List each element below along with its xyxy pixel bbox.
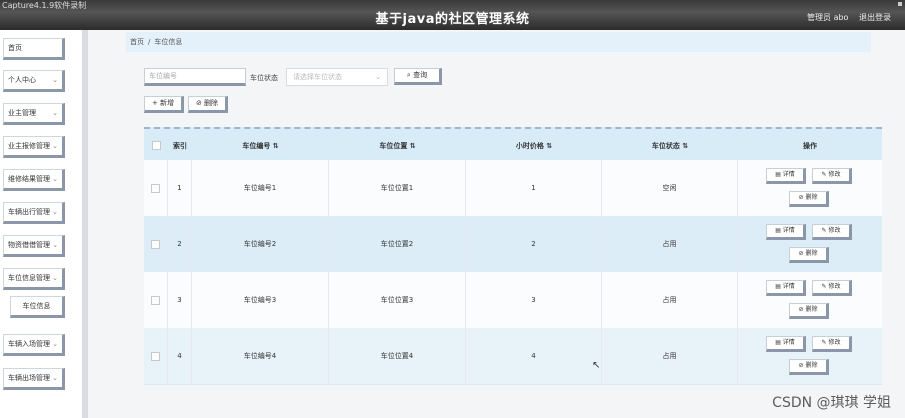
sidebar-item-vehicle-trips[interactable]: 车辆出行管理 ⌄ bbox=[3, 202, 65, 224]
logout-link[interactable]: 退出登录 bbox=[859, 13, 891, 22]
add-button[interactable]: + 新增 bbox=[144, 96, 184, 113]
col-status[interactable]: 车位状态 ⇅ bbox=[602, 129, 738, 162]
chevron-down-icon: ⌄ bbox=[52, 175, 58, 183]
remove-button[interactable]: ⊘ 删除 bbox=[789, 247, 829, 263]
edit-button[interactable]: ✎ 修改 bbox=[812, 336, 852, 352]
detail-button[interactable]: ▤ 详情 bbox=[766, 336, 806, 352]
mouse-cursor-icon: ↖ bbox=[592, 360, 601, 371]
table-row: 3 车位编号3 车位位置3 3 占用 ▤ 详情 ✎ 修改 ⊘ 删除 bbox=[144, 272, 882, 329]
row-checkbox[interactable] bbox=[144, 216, 168, 272]
chevron-down-icon: ⌄ bbox=[52, 274, 58, 282]
sidebar-item-entry[interactable]: 车辆入场管理 ⌄ bbox=[3, 334, 65, 356]
main-content: 首页 / 车位信息 车位编号 车位状态 请选择车位状态 ⌄ ⌕ 查询 + 新增 ⊘ 删… bbox=[88, 30, 905, 418]
title-bar: Capture4.1.9软件录制 基于java的社区管理系统 管理员 abo 退… bbox=[0, 0, 905, 30]
window-control-icon[interactable] bbox=[898, 2, 902, 6]
remove-button[interactable]: ⊘ 删除 bbox=[789, 359, 829, 375]
sidebar-item-home[interactable]: 首页 bbox=[3, 38, 65, 60]
row-actions: ▤ 详情 ✎ 修改 ⊘ 删除 bbox=[738, 160, 882, 216]
breadcrumb-bar bbox=[126, 32, 871, 52]
chevron-down-icon: ⌄ bbox=[52, 142, 58, 150]
table-row: 1 车位编号1 车位位置1 1 空闲 ▤ 详情 ✎ 修改 ⊘ 删除 bbox=[144, 160, 882, 217]
edit-button[interactable]: ✎ 修改 bbox=[812, 168, 852, 184]
detail-button[interactable]: ▤ 详情 bbox=[766, 224, 806, 240]
delete-button[interactable]: ⊘ 删除 bbox=[188, 96, 228, 113]
query-button[interactable]: ⌕ 查询 bbox=[394, 68, 442, 85]
row-checkbox[interactable] bbox=[144, 328, 168, 384]
sidebar-item-exit[interactable]: 车辆出场管理 ⌄ bbox=[3, 368, 65, 390]
chevron-down-icon: ⌄ bbox=[52, 241, 58, 249]
row-actions: ▤ 详情 ✎ 修改 ⊘ 删除 bbox=[738, 216, 882, 272]
user-area: 管理员 abo 退出登录 bbox=[799, 12, 891, 23]
table-row: 2 车位编号2 车位位置2 2 占用 ▤ 详情 ✎ 修改 ⊘ 删除 bbox=[144, 216, 882, 273]
breadcrumb: 首页 / 车位信息 bbox=[130, 38, 183, 46]
current-user: 管理员 abo bbox=[807, 13, 849, 22]
col-actions: 操作 bbox=[803, 141, 817, 150]
remove-button[interactable]: ⊘ 删除 bbox=[789, 191, 829, 207]
table-row: 4 车位编号4 车位位置4 4 占用 ▤ 详情 ✎ 修改 ⊘ 删除 bbox=[144, 328, 882, 385]
sidebar-item-repair[interactable]: 业主报修管理 ⌄ bbox=[3, 136, 65, 158]
chevron-down-icon: ⌄ bbox=[52, 340, 58, 348]
edit-button[interactable]: ✎ 修改 bbox=[812, 280, 852, 296]
sidebar-item-parking-info-mgmt[interactable]: 车位信息管理 ⌄ bbox=[3, 268, 65, 290]
chevron-down-icon: ⌄ bbox=[52, 374, 58, 382]
chevron-down-icon: ⌄ bbox=[52, 109, 58, 117]
detail-button[interactable]: ▤ 详情 bbox=[766, 168, 806, 184]
edit-button[interactable]: ✎ 修改 bbox=[812, 224, 852, 240]
sidebar: 首页 个人中心 ⌄ 业主管理 ⌄ 业主报修管理 ⌄ 维修结果管理 ⌄ 车辆出行管理 ⌄ 物… bbox=[0, 30, 88, 418]
col-code[interactable]: 车位编号 ⇅ bbox=[192, 129, 329, 162]
row-actions: ▤ 详情 ✎ 修改 ⊘ 删除 bbox=[738, 272, 882, 328]
select-all-checkbox[interactable] bbox=[144, 129, 168, 162]
breadcrumb-current: 车位信息 bbox=[154, 38, 183, 46]
table-header: 索引 车位编号 ⇅ 车位位置 ⇅ 小时价格 ⇅ 车位状态 ⇅ 操作 bbox=[144, 127, 882, 162]
sidebar-item-repair-results[interactable]: 维修结果管理 ⌄ bbox=[3, 169, 65, 191]
sidebar-item-parking-info[interactable]: 车位信息 bbox=[10, 296, 65, 318]
parking-code-input[interactable]: 车位编号 bbox=[144, 68, 246, 86]
chevron-down-icon: ⌄ bbox=[52, 208, 58, 216]
breadcrumb-home[interactable]: 首页 bbox=[130, 38, 144, 46]
status-label: 车位状态 bbox=[250, 74, 278, 82]
status-select[interactable]: 请选择车位状态 ⌄ bbox=[286, 68, 388, 86]
col-location[interactable]: 车位位置 ⇅ bbox=[329, 129, 466, 162]
remove-button[interactable]: ⊘ 删除 bbox=[789, 303, 829, 319]
col-price[interactable]: 小时价格 ⇅ bbox=[466, 129, 602, 162]
csdn-watermark: CSDN @琪琪 学姐 bbox=[772, 395, 891, 411]
sidebar-item-supplies[interactable]: 物资借借管理 ⌄ bbox=[3, 235, 65, 257]
detail-button[interactable]: ▤ 详情 bbox=[766, 280, 806, 296]
sidebar-item-profile[interactable]: 个人中心 ⌄ bbox=[3, 70, 65, 92]
col-index[interactable]: 索引 bbox=[168, 129, 192, 162]
chevron-down-icon: ⌄ bbox=[52, 76, 58, 84]
chevron-down-icon: ⌄ bbox=[375, 73, 381, 81]
sidebar-item-owners[interactable]: 业主管理 ⌄ bbox=[3, 103, 65, 125]
row-checkbox[interactable] bbox=[144, 160, 168, 216]
row-actions: ▤ 详情 ✎ 修改 ⊘ 删除 bbox=[738, 328, 882, 384]
row-checkbox[interactable] bbox=[144, 272, 168, 328]
app-title: 基于java的社区管理系统 bbox=[375, 12, 530, 27]
